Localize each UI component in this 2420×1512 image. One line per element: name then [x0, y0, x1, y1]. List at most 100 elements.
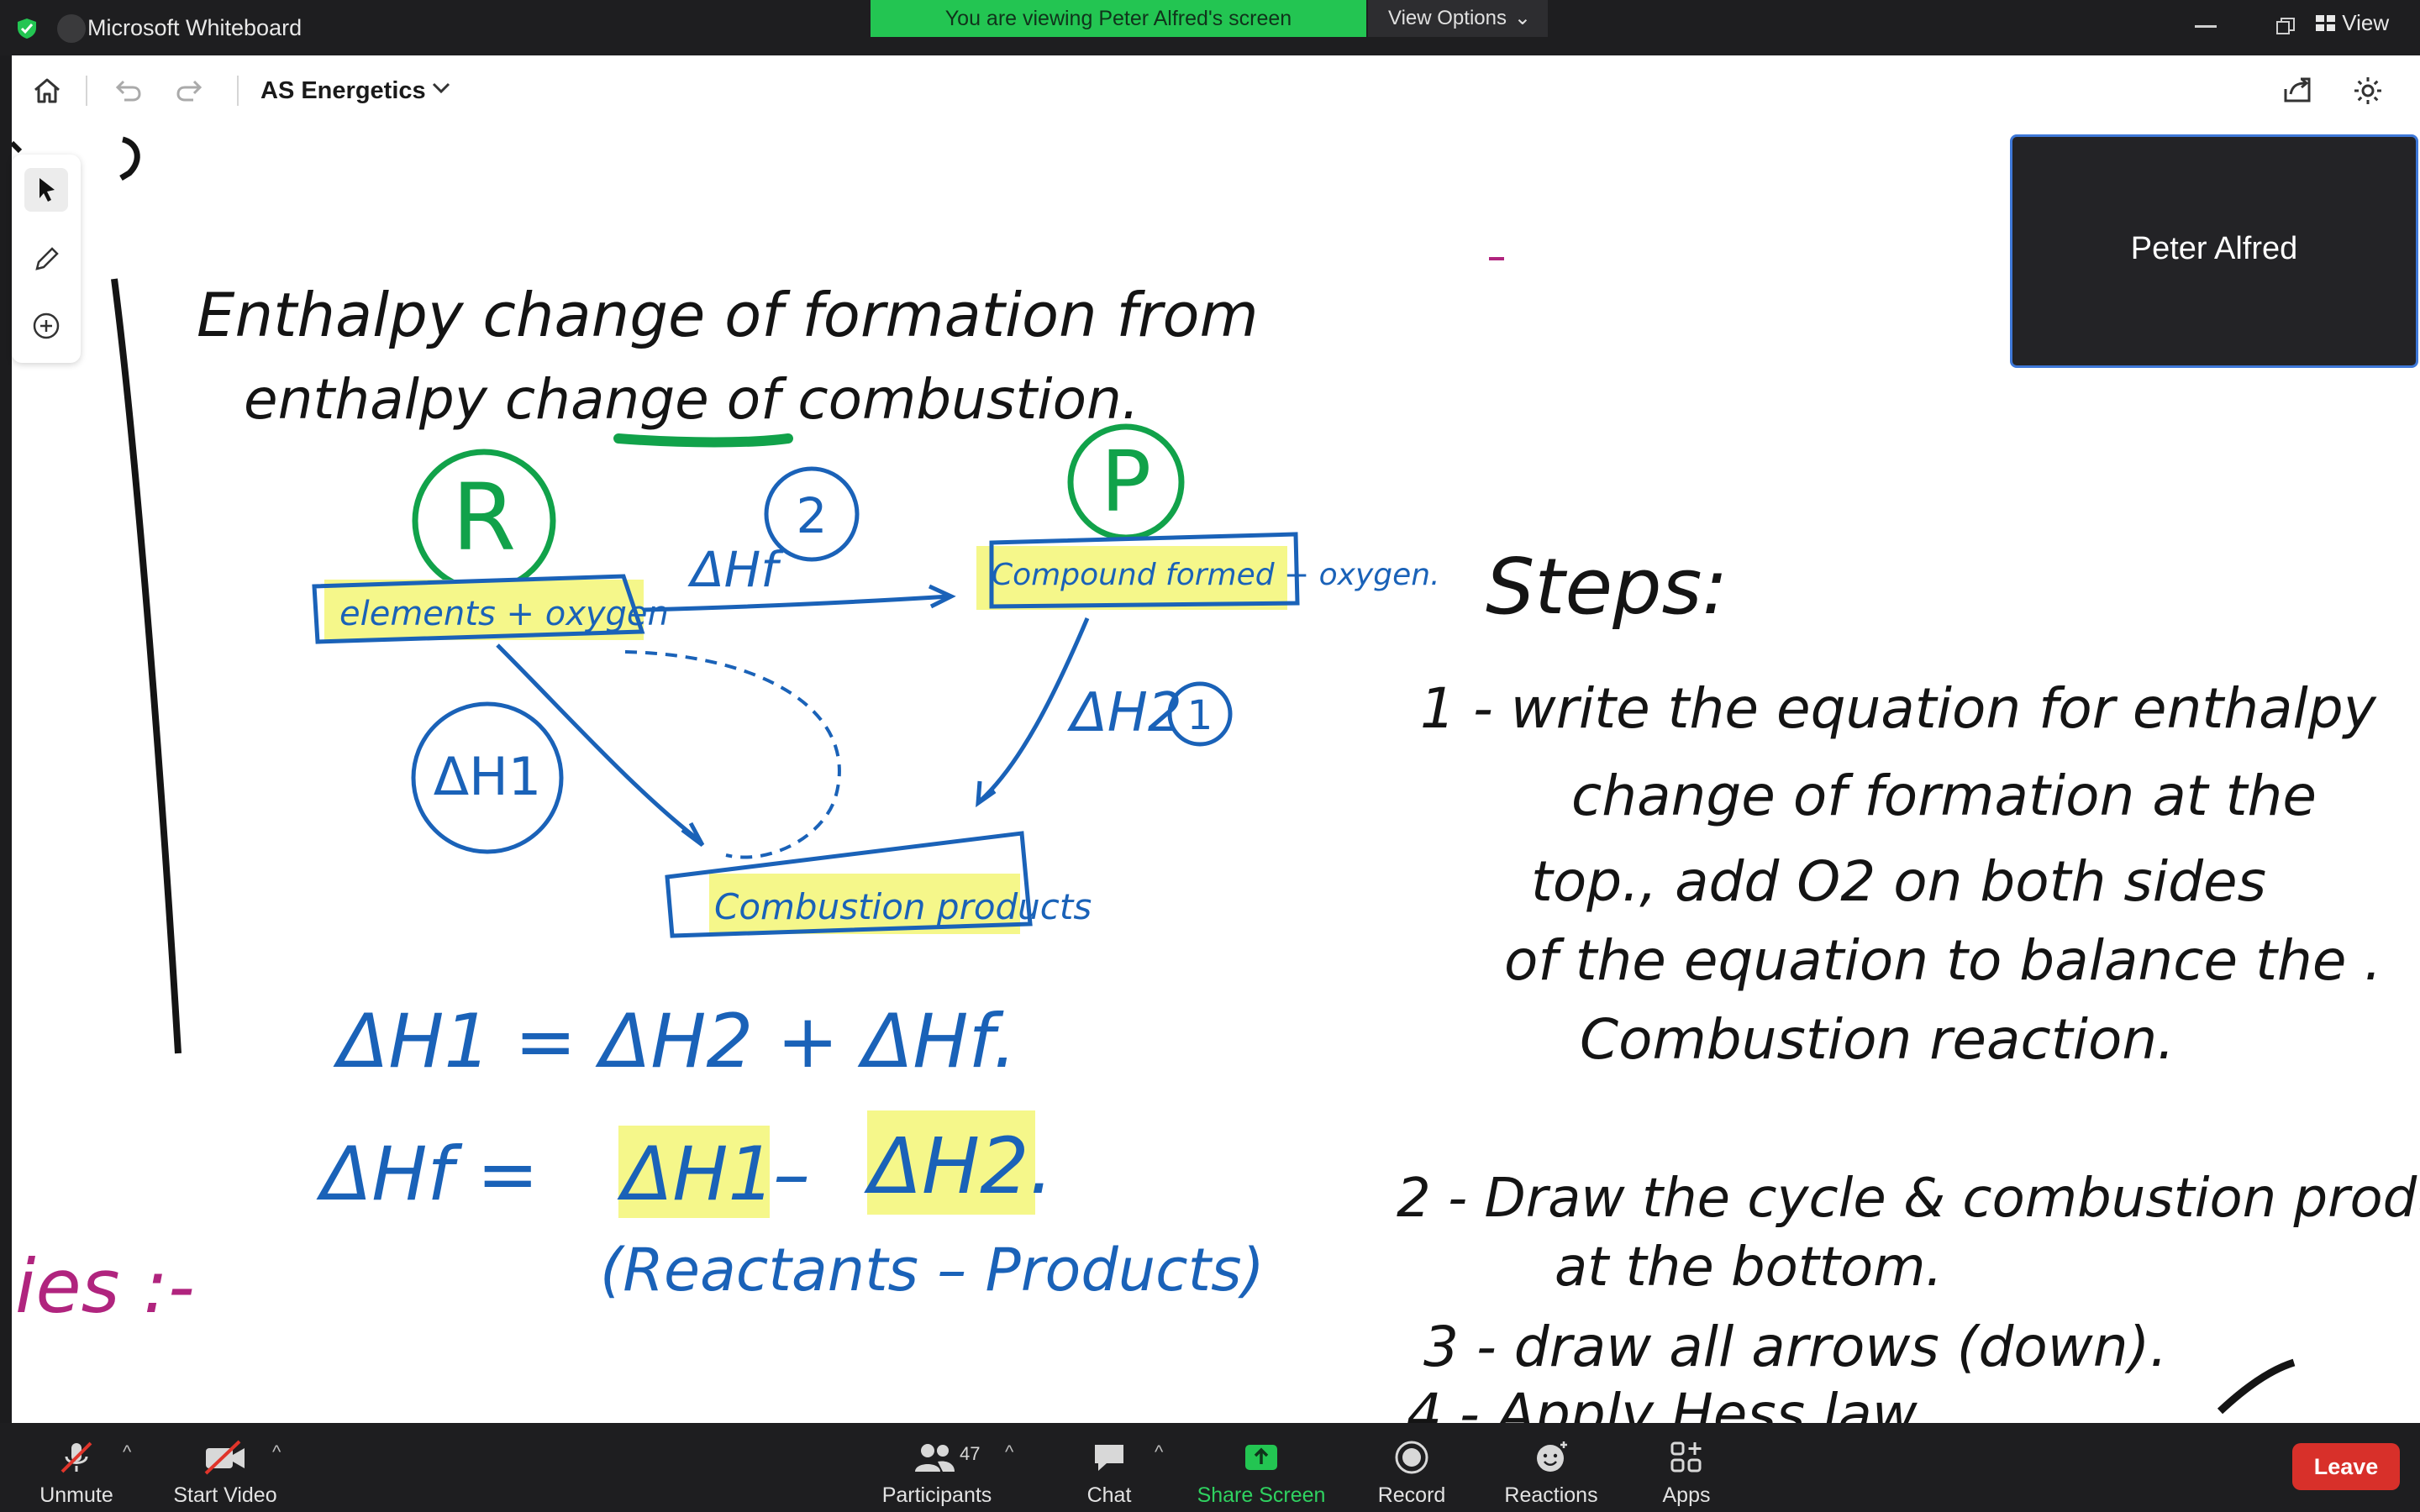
underline-stroke: [613, 433, 793, 448]
step-circle-1-text: 1: [1187, 692, 1213, 739]
equation-2-note: (Reactants – Products): [600, 1236, 1265, 1305]
tool-rail: [12, 155, 81, 363]
participants-icon: [915, 1444, 955, 1472]
undo-icon[interactable]: [111, 74, 145, 108]
divider: [86, 76, 87, 106]
step1-line1: 1 - write the equation for enthalpy: [1420, 676, 2377, 741]
view-options-button[interactable]: View Options ⌄: [1368, 0, 1548, 37]
record-label: Record: [1377, 1483, 1446, 1507]
pen-icon: [35, 247, 59, 270]
whiteboard-toolbar: AS Energetics: [12, 55, 2420, 128]
minimize-icon[interactable]: [2195, 25, 2217, 29]
combustion-box-text: Combustion products: [714, 886, 1092, 927]
title-bar: Microsoft Whiteboard You are viewing Pet…: [0, 0, 2420, 55]
products-box-text: Compound formed + oxygen.: [992, 558, 1440, 592]
restore-icon[interactable]: [2275, 17, 2296, 37]
apps-button[interactable]: Apps: [1655, 1438, 1718, 1508]
step1-line3: top., add O2 on both sides: [1531, 849, 2266, 914]
participants-count: 47: [960, 1443, 981, 1464]
pointer-icon: [39, 178, 55, 202]
ink-stroke: [2217, 1358, 2296, 1415]
add-button[interactable]: [24, 304, 68, 348]
participants-label: Participants: [881, 1483, 992, 1507]
share-screen-button[interactable]: Share Screen: [1197, 1438, 1326, 1508]
step1-line2: change of formation at the: [1571, 764, 2317, 828]
reactions-button[interactable]: Reactions: [1499, 1438, 1603, 1508]
equation-1: ΔH1 = ΔH2 + ΔHf.: [333, 998, 1017, 1084]
view-options-label: View Options: [1388, 7, 1507, 29]
screen-share-banner: You are viewing Peter Alfred's screen: [871, 0, 1366, 37]
dh1-label: ΔH1: [434, 746, 541, 807]
chevron-down-icon: ⌄: [1513, 7, 1531, 29]
apps-grid-icon: [1670, 1441, 1702, 1473]
dh2-label: ΔH2: [1066, 682, 1182, 744]
chevron-up-icon[interactable]: ^: [1155, 1441, 1163, 1463]
home-icon[interactable]: [30, 74, 64, 108]
steps-title: Steps:: [1486, 542, 1728, 632]
step3: 3 - draw all arrows (down).: [1423, 1315, 2167, 1379]
select-tool-button[interactable]: [24, 168, 68, 212]
step2-line2: at the bottom.: [1555, 1236, 1943, 1299]
settings-gear-icon[interactable]: [2351, 74, 2385, 108]
chevron-up-icon[interactable]: ^: [272, 1441, 281, 1463]
products-letter: P: [1101, 433, 1151, 531]
app-title: Microsoft Whiteboard: [87, 15, 302, 40]
arrow-dashed: [624, 650, 841, 859]
reactions-label: Reactions: [1504, 1483, 1598, 1507]
reactants-box-text: elements + oxygen: [339, 595, 669, 633]
step2-line1: 2 - Draw the cycle & combustion products…: [1397, 1168, 2420, 1230]
reactants-letter: R: [452, 464, 516, 571]
record-button[interactable]: Record: [1370, 1438, 1454, 1508]
equation-2-h2: ΔH2.: [864, 1121, 1054, 1211]
board-name[interactable]: AS Energetics: [260, 77, 426, 105]
ink-bracket-line: [111, 278, 182, 1054]
view-button[interactable]: View: [2316, 10, 2389, 36]
meeting-controls: Unmute ^ Start Video ^ 47 Participants ^…: [0, 1423, 2420, 1512]
chevron-down-icon[interactable]: [429, 76, 454, 101]
dhf-label: ΔHf: [687, 541, 784, 598]
share-screen-label: Share Screen: [1197, 1483, 1326, 1507]
pen-tool-button[interactable]: [24, 237, 68, 281]
apps-label: Apps: [1662, 1483, 1711, 1507]
leave-button[interactable]: Leave: [2292, 1443, 2400, 1490]
participants-button[interactable]: 47 Participants: [874, 1438, 1000, 1508]
start-video-button[interactable]: Start Video: [168, 1438, 282, 1508]
equation-2-h1: ΔH1: [617, 1131, 775, 1217]
chat-label: Chat: [1086, 1483, 1132, 1507]
view-label: View: [2342, 10, 2390, 35]
step-circle-2-text: 2: [797, 487, 828, 544]
chat-bubble-icon: [1095, 1445, 1123, 1471]
plus-circle-icon: [33, 312, 60, 339]
start-video-label: Start Video: [173, 1483, 277, 1507]
chevron-up-icon[interactable]: ^: [1005, 1441, 1013, 1463]
share-screen-icon: [1245, 1445, 1277, 1470]
step1-line4: of the equation to balance the .: [1504, 928, 2381, 993]
microphone-muted-icon: [60, 1441, 92, 1473]
video-camera-off-icon: [204, 1440, 245, 1475]
chevron-up-icon[interactable]: ^: [123, 1441, 131, 1463]
unmute-button[interactable]: Unmute: [25, 1438, 128, 1508]
arrow-dh1: [496, 643, 702, 843]
smiley-icon: [1537, 1441, 1567, 1472]
record-icon: [1395, 1441, 1428, 1474]
ink-stroke: [12, 140, 23, 154]
step4: 4 - Apply Hess law.: [1407, 1382, 1932, 1423]
speaker-video-tile[interactable]: Peter Alfred: [2010, 134, 2418, 368]
notes-heading-line2: enthalpy change of combustion.: [244, 367, 1139, 432]
equation-2-left: ΔHf =: [316, 1131, 539, 1217]
grid-view-icon: [2316, 15, 2335, 31]
chat-button[interactable]: Chat: [1076, 1438, 1143, 1508]
camera-indicator-icon: [57, 14, 86, 43]
notes-heading-line1: Enthalpy change of formation from: [197, 280, 1259, 350]
divider: [237, 76, 239, 106]
ink-stroke: [119, 136, 140, 181]
side-fragment: ies :-: [15, 1243, 195, 1330]
share-icon[interactable]: [2281, 74, 2314, 108]
step1-line5: Combustion reaction.: [1580, 1007, 2175, 1072]
equation-2-minus: –: [773, 1131, 810, 1217]
unmute-label: Unmute: [39, 1483, 113, 1507]
speaker-name: Peter Alfred: [2130, 231, 2298, 266]
redo-icon[interactable]: [173, 74, 207, 108]
shield-icon: [18, 18, 36, 39]
arrow-dhf: [643, 594, 950, 612]
